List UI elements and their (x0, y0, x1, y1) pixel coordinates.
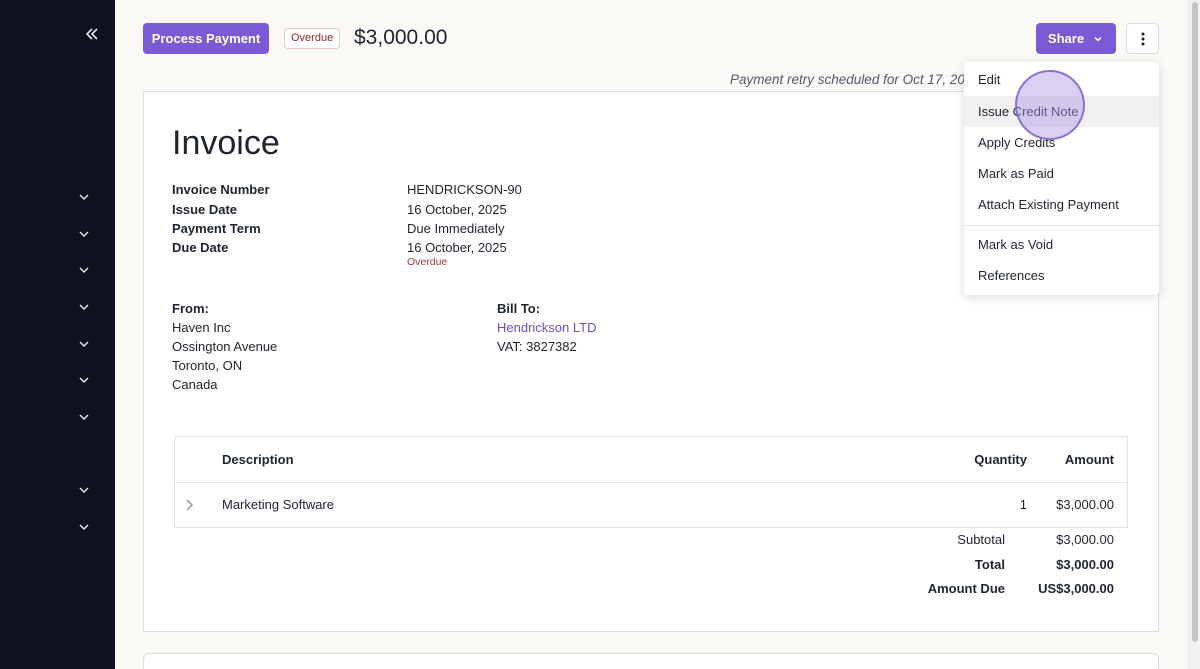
vertical-ellipsis-icon (1141, 32, 1144, 45)
total-value: $3,000.00 (1056, 557, 1114, 572)
menu-item-mark-as-paid[interactable]: Mark as Paid (964, 158, 1159, 189)
more-actions-button[interactable] (1126, 23, 1159, 54)
bill-to-company-link[interactable]: Hendrickson LTD (497, 320, 596, 335)
item-description: Marketing Software (222, 497, 334, 512)
table-header: Description Quantity Amount (175, 437, 1127, 483)
nav-expand-chevron-icon[interactable] (76, 299, 92, 315)
sidebar (0, 0, 115, 669)
column-header-amount: Amount (1064, 452, 1114, 467)
double-chevron-left-icon[interactable] (84, 26, 100, 42)
share-button[interactable]: Share (1036, 23, 1116, 54)
invoice-title: Invoice (172, 124, 280, 162)
subtotal-label: Subtotal (957, 532, 1005, 547)
payment-term-value: Due Immediately (407, 221, 505, 236)
due-date-value: 16 October, 2025 (407, 240, 507, 255)
from-line: Haven Inc (172, 320, 231, 335)
from-label: From: (172, 301, 209, 316)
header-amount: $3,000.00 (354, 26, 448, 49)
due-date-label: Due Date (172, 240, 229, 255)
nav-expand-chevron-icon[interactable] (76, 372, 92, 388)
status-badge: Overdue (284, 28, 341, 49)
scrollbar-thumb[interactable] (1192, 2, 1198, 642)
total-label: Total (974, 557, 1005, 572)
chevron-down-icon (1094, 36, 1102, 42)
menu-item-issue-credit-note[interactable]: Issue Credit Note (964, 96, 1159, 127)
payment-retry-note: Payment retry scheduled for Oct 17, 2025 (730, 72, 980, 87)
menu-item-apply-credits[interactable]: Apply Credits (964, 127, 1159, 158)
nav-expand-chevron-icon[interactable] (76, 336, 92, 352)
payment-term-label: Payment Term (172, 221, 261, 236)
due-status: Overdue (407, 256, 448, 268)
process-payment-button[interactable]: Process Payment (143, 23, 269, 54)
menu-divider (964, 225, 1159, 226)
amount-due-label: Amount Due (927, 581, 1005, 596)
issue-date-label: Issue Date (172, 202, 238, 217)
item-amount: $3,000.00 (1056, 497, 1114, 512)
nav-expand-chevron-icon[interactable] (76, 409, 92, 425)
issue-date-value: 16 October, 2025 (407, 202, 507, 217)
bill-to-label: Bill To: (497, 301, 541, 316)
nav-expand-chevron-icon[interactable] (76, 519, 92, 535)
menu-item-mark-as-void[interactable]: Mark as Void (964, 229, 1159, 260)
secondary-card (143, 653, 1159, 669)
share-label: Share (1047, 31, 1085, 46)
invoice-number-value: HENDRICKSON-90 (407, 182, 522, 197)
more-actions-menu: Edit Issue Credit Note Apply Credits Mar… (964, 62, 1159, 295)
table-row[interactable]: Marketing Software 1 $3,000.00 (175, 483, 1127, 527)
chevron-right-icon[interactable] (181, 497, 197, 513)
menu-item-references[interactable]: References (964, 260, 1159, 291)
nav-expand-chevron-icon[interactable] (76, 482, 92, 498)
from-line: Ossington Avenue (172, 339, 278, 354)
invoice-number-label: Invoice Number (172, 182, 270, 197)
scrollbar[interactable] (1188, 0, 1200, 669)
amount-due-value: US$3,000.00 (1038, 581, 1114, 596)
line-items-table: Description Quantity Amount Marketing So… (174, 436, 1128, 528)
column-header-quantity: Quantity (974, 452, 1027, 467)
bill-to-vat: VAT: 3827382 (497, 339, 577, 354)
menu-item-edit[interactable]: Edit (964, 64, 1159, 95)
from-line: Canada (172, 377, 218, 392)
nav-expand-chevron-icon[interactable] (76, 262, 92, 278)
from-line: Toronto, ON (172, 358, 243, 373)
nav-expand-chevron-icon[interactable] (76, 226, 92, 242)
column-header-description: Description (222, 452, 294, 467)
subtotal-value: $3,000.00 (1056, 532, 1114, 547)
nav-expand-chevron-icon[interactable] (76, 189, 92, 205)
menu-item-attach-existing-payment[interactable]: Attach Existing Payment (964, 189, 1159, 220)
item-quantity: 1 (1019, 497, 1027, 512)
